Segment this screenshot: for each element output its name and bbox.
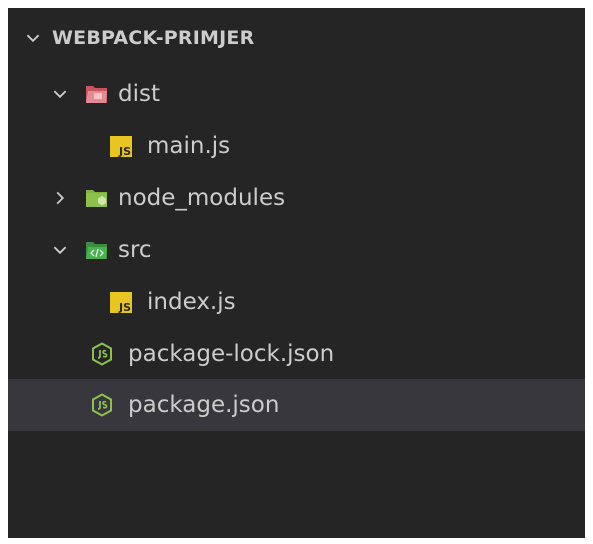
tree-item-main-js[interactable]: JS main.js (8, 120, 585, 172)
tree-item-label: package-lock.json (128, 341, 335, 367)
chevron-down-icon[interactable] (49, 239, 71, 261)
tree-item-node-modules[interactable]: node_modules (8, 172, 585, 224)
tree-item-label: index.js (147, 289, 236, 315)
chevron-down-icon[interactable] (22, 27, 44, 49)
tree-item-label: src (118, 237, 152, 263)
explorer-root-label: WEBPACK-PRIMJER (52, 27, 255, 49)
chevron-right-icon[interactable] (49, 187, 71, 209)
tree-item-package-json[interactable]: package.json (8, 379, 585, 431)
folder-node-icon (85, 186, 109, 210)
chevron-down-icon[interactable] (49, 83, 71, 105)
tree-item-label: dist (118, 81, 160, 107)
tree-item-package-lock-json[interactable]: package-lock.json (8, 328, 585, 380)
folder-src-open-icon (85, 238, 109, 262)
tree-item-src[interactable]: src (8, 224, 585, 276)
file-explorer: WEBPACK-PRIMJER dist JS main.js node_mod… (8, 8, 585, 538)
folder-dist-open-icon (85, 82, 109, 106)
nodejs-json-icon (90, 393, 114, 417)
nodejs-json-icon (90, 342, 114, 366)
javascript-file-icon: JS (109, 134, 133, 158)
tree-item-index-js[interactable]: JS index.js (8, 276, 585, 328)
tree-item-label: package.json (128, 392, 280, 418)
tree-item-dist[interactable]: dist (8, 68, 585, 120)
tree-item-label: main.js (147, 133, 231, 159)
javascript-file-icon: JS (109, 290, 133, 314)
explorer-root-header[interactable]: WEBPACK-PRIMJER (8, 12, 585, 64)
tree-item-label: node_modules (118, 185, 286, 211)
